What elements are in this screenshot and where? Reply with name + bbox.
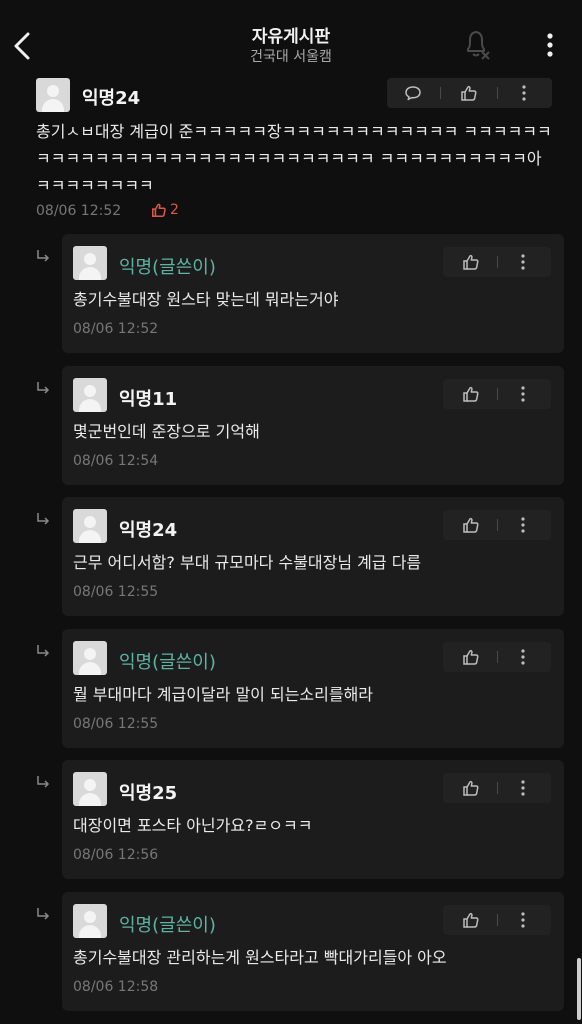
reply-author: 익명24	[119, 520, 178, 541]
reply-arrow-icon	[36, 511, 50, 525]
more-vertical-icon	[547, 33, 553, 57]
reply-text: 총기수불대장 원스타 맞는데 뭐라는거야	[73, 290, 339, 309]
like-button[interactable]	[453, 379, 489, 409]
scrollbar[interactable]	[577, 958, 581, 1020]
like-button[interactable]	[451, 78, 487, 108]
avatar	[73, 509, 107, 543]
reply-more-button[interactable]	[505, 773, 541, 803]
bell-off-icon	[467, 31, 490, 60]
reply-author: 익명(글쓴이)	[119, 652, 216, 673]
reply-arrow-icon	[36, 774, 50, 788]
thumbs-up-icon	[463, 386, 479, 402]
reply-button[interactable]	[395, 78, 431, 108]
reply-arrow-icon	[36, 248, 50, 262]
comment-actions	[387, 78, 552, 108]
top-bar: 자유게시판 건국대 서울캠	[0, 0, 582, 78]
avatar	[73, 378, 107, 412]
more-vertical-icon	[521, 386, 525, 402]
board-subtitle: 건국대 서울캠	[250, 49, 332, 65]
reply-time: 08/06 12:52	[73, 321, 159, 337]
like-button[interactable]	[453, 905, 489, 935]
thumbs-up-icon	[463, 649, 479, 665]
avatar	[73, 772, 107, 806]
more-vertical-icon	[521, 517, 525, 533]
thumbs-up-icon	[463, 780, 479, 796]
thumbs-up-icon	[463, 517, 479, 533]
avatar	[73, 904, 107, 938]
like-button[interactable]	[453, 642, 489, 672]
like-count: 2	[151, 202, 179, 218]
like-button[interactable]	[453, 510, 489, 540]
avatar	[36, 78, 70, 112]
like-count-value: 2	[170, 202, 179, 218]
reply-more-button[interactable]	[505, 905, 541, 935]
like-button[interactable]	[453, 773, 489, 803]
reply-card: 익명25 대장이면 포스타 아닌가요?ㄹㅇㅋㅋ 08/06 12:56	[62, 760, 564, 879]
more-vertical-icon	[521, 912, 525, 928]
reply-time: 08/06 12:55	[73, 716, 159, 732]
reply-author: 익명(글쓴이)	[119, 915, 216, 936]
notification-off-button[interactable]	[462, 28, 492, 60]
more-vertical-icon	[522, 85, 526, 101]
reply-text: 뭘 부대마다 계급이달라 말이 되는소리를해라	[73, 685, 374, 704]
reply-author: 익명(글쓴이)	[119, 257, 216, 278]
comment-author: 익명24	[82, 88, 141, 109]
comment-more-button[interactable]	[506, 78, 542, 108]
reply-arrow-icon	[36, 380, 50, 394]
reply-actions	[443, 905, 551, 935]
reply-text: 근무 어디서함? 부대 규모마다 수불대장님 계급 다름	[73, 553, 422, 572]
reply-author: 익명25	[119, 783, 178, 804]
reply-time: 08/06 12:55	[73, 584, 159, 600]
reply-author: 익명11	[119, 389, 178, 410]
reply-text: 몇군번인데 준장으로 기억해	[73, 422, 260, 441]
reply-time: 08/06 12:58	[73, 979, 159, 995]
comment-icon	[405, 86, 421, 101]
board-title: 자유게시판	[251, 27, 331, 47]
reply-arrow-icon	[36, 906, 50, 920]
reply-more-button[interactable]	[505, 642, 541, 672]
thumbs-up-icon	[152, 203, 166, 217]
more-vertical-icon	[521, 649, 525, 665]
reply-text: 대장이면 포스타 아닌가요?ㄹㅇㅋㅋ	[73, 816, 313, 835]
reply-more-button[interactable]	[505, 379, 541, 409]
more-vertical-icon	[521, 780, 525, 796]
reply-more-button[interactable]	[505, 247, 541, 277]
reply-actions	[443, 773, 551, 803]
more-options-button[interactable]	[540, 30, 560, 60]
like-button[interactable]	[453, 247, 489, 277]
reply-card: 익명11 몇군번인데 준장으로 기억해 08/06 12:54	[62, 366, 564, 485]
more-vertical-icon	[521, 254, 525, 270]
thumbs-up-icon	[461, 85, 477, 101]
reply-card: 익명(글쓴이) 총기수불대장 원스타 맞는데 뭐라는거야 08/06 12:52	[62, 234, 564, 353]
comment-time: 08/06 12:52	[36, 203, 122, 219]
reply-card: 익명(글쓴이) 총기수불대장 관리하는게 원스타라고 빡대가리들아 아오 08/06…	[62, 892, 564, 1011]
avatar	[73, 641, 107, 675]
reply-time: 08/06 12:56	[73, 847, 159, 863]
comment-text: 총기ㅅㅂ대장 계급이 준ㅋㅋㅋㅋㅋ장ㅋㅋㅋㅋㅋㅋㅋㅋㅋㅋㅋㅋ ㅋㅋㅋㅋㅋㅋㅋㅋㅋ…	[36, 122, 552, 195]
reply-more-button[interactable]	[505, 510, 541, 540]
reply-arrow-icon	[36, 643, 50, 657]
reply-card: 익명(글쓴이) 뭘 부대마다 계급이달라 말이 되는소리를해라 08/06 12:5…	[62, 629, 564, 748]
reply-text: 총기수불대장 관리하는게 원스타라고 빡대가리들아 아오	[73, 948, 447, 967]
reply-card: 익명24 근무 어디서함? 부대 규모마다 수불대장님 계급 다름 08/06 12…	[62, 497, 564, 616]
avatar	[73, 246, 107, 280]
reply-actions	[443, 642, 551, 672]
reply-actions	[443, 510, 551, 540]
thumbs-up-icon	[463, 254, 479, 270]
reply-actions	[443, 379, 551, 409]
thumbs-up-icon	[463, 912, 479, 928]
reply-actions	[443, 247, 551, 277]
reply-time: 08/06 12:54	[73, 453, 159, 469]
